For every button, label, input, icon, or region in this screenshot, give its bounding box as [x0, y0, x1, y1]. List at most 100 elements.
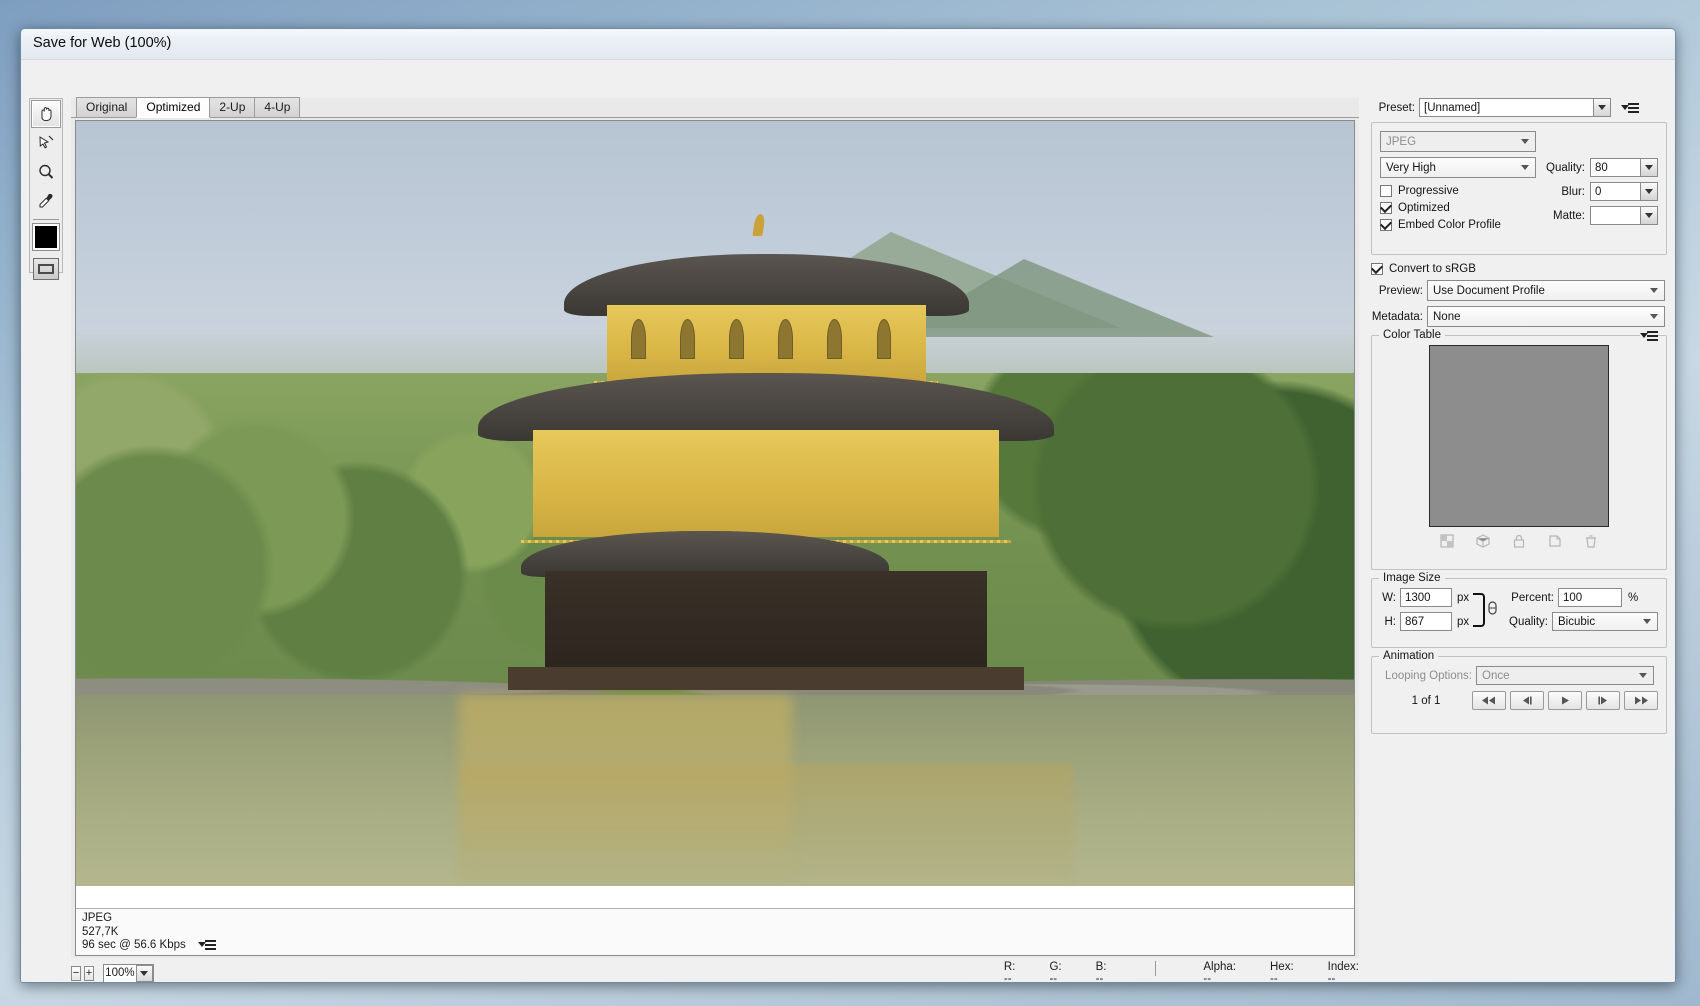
constrain-proportions-bracket — [1473, 592, 1485, 627]
quality-preset-select[interactable]: Very High — [1380, 157, 1536, 178]
height-input[interactable]: 867 — [1400, 612, 1452, 631]
preset-combo[interactable]: [Unnamed] — [1419, 98, 1611, 117]
preview-profile-label: Preview: — [1378, 284, 1423, 297]
readout-hex: Hex: -- — [1270, 961, 1294, 983]
next-frame-button[interactable] — [1586, 691, 1620, 710]
matte-dropdown-button[interactable] — [1640, 207, 1657, 224]
blur-value[interactable]: 0 — [1591, 183, 1640, 200]
percent-label: Percent: — [1511, 591, 1554, 604]
looping-options-value: Once — [1482, 669, 1510, 682]
lock-icon[interactable] — [1511, 533, 1527, 549]
preset-value: [Unnamed] — [1424, 101, 1481, 114]
blur-combo[interactable]: 0 — [1590, 182, 1658, 201]
first-frame-button[interactable] — [1472, 691, 1506, 710]
play-button[interactable] — [1548, 691, 1582, 710]
hand-tool[interactable] — [31, 100, 61, 128]
web-shift-icon[interactable] — [1475, 533, 1491, 549]
slices-icon — [38, 264, 54, 274]
optimized-checkbox[interactable] — [1380, 202, 1392, 214]
link-icon[interactable] — [1487, 600, 1498, 619]
tool-strip — [29, 98, 63, 280]
quality-value[interactable]: 80 — [1591, 159, 1640, 176]
foreground-color-swatch[interactable] — [32, 223, 60, 251]
chevron-down-icon — [1643, 619, 1651, 624]
veranda — [508, 667, 1024, 690]
zoom-tool[interactable] — [31, 158, 61, 186]
embed-color-profile-label: Embed Color Profile — [1398, 219, 1501, 231]
preset-dropdown-button[interactable] — [1593, 99, 1610, 116]
metadata-select[interactable]: None — [1427, 306, 1665, 327]
blur-label: Blur: — [1561, 185, 1585, 198]
eyedropper-tool[interactable] — [31, 187, 61, 215]
convert-to-srgb-checkbox[interactable] — [1371, 263, 1383, 275]
new-color-icon[interactable] — [1547, 533, 1563, 549]
color-table-toolbar — [1380, 533, 1658, 549]
zoom-level-combo[interactable]: 100% — [102, 963, 154, 982]
animation-title: Animation — [1379, 650, 1439, 662]
optimized-row[interactable]: Optimized — [1380, 202, 1536, 214]
color-table-swatch[interactable] — [1429, 345, 1609, 527]
looping-options-label: Looping Options: — [1385, 669, 1472, 682]
zoom-out-button[interactable]: − — [71, 965, 81, 981]
preview-pane: Original Optimized 2-Up 4-Up JPEG 527,7K… — [71, 97, 1359, 958]
resample-quality-value: Bicubic — [1558, 615, 1596, 628]
status-download-time: 96 sec @ 56.6 Kbps — [82, 939, 186, 951]
tab-4up[interactable]: 4-Up — [254, 97, 301, 117]
zoom-level-value: 100% — [105, 967, 135, 979]
quality-dropdown-button[interactable] — [1640, 159, 1657, 176]
color-table-title: Color Table — [1379, 329, 1445, 341]
last-frame-button[interactable] — [1624, 691, 1658, 710]
animation-group: Animation Looping Options: Once 1 of 1 — [1371, 650, 1667, 734]
slice-select-icon — [39, 135, 54, 149]
zoom-and-readout-bar: − + 100% R: -- G: -- B: -- Alpha: -- Hex… — [71, 960, 1359, 983]
height-label: H: — [1384, 615, 1397, 628]
file-format-select[interactable]: JPEG — [1380, 131, 1536, 152]
height-row: H: 867 px — [1380, 612, 1469, 631]
delete-color-icon[interactable] — [1583, 533, 1599, 549]
preview-profile-select[interactable]: Use Document Profile — [1427, 280, 1665, 301]
quality-row: Quality: 80 — [1536, 158, 1658, 177]
tab-optimized[interactable]: Optimized — [136, 97, 211, 118]
optimized-image-preview[interactable] — [76, 121, 1354, 886]
download-speed-menu-icon[interactable] — [197, 940, 216, 950]
convert-srgb-row[interactable]: Convert to sRGB — [1371, 263, 1667, 275]
last-frame-icon — [1635, 696, 1648, 705]
tab-original[interactable]: Original — [76, 97, 138, 117]
transparency-icon[interactable] — [1439, 533, 1455, 549]
preset-menu-icon[interactable] — [1621, 102, 1639, 113]
matte-value[interactable] — [1591, 207, 1640, 224]
status-format: JPEG — [82, 912, 113, 924]
embed-profile-row[interactable]: Embed Color Profile — [1380, 219, 1536, 231]
slice-select-tool[interactable] — [31, 129, 61, 157]
kinkakuji-pavilion — [459, 198, 1072, 764]
save-for-web-dialog: Save for Web (100%) Original Optimized 2… — [20, 28, 1676, 983]
previous-frame-button[interactable] — [1510, 691, 1544, 710]
matte-combo[interactable] — [1590, 206, 1658, 225]
magnifier-icon — [39, 164, 54, 179]
progressive-checkbox[interactable] — [1380, 185, 1392, 197]
preset-row: Preset: [Unnamed] — [1371, 98, 1667, 117]
looping-options-select: Once — [1476, 666, 1654, 685]
percent-input[interactable]: 100 — [1558, 588, 1622, 607]
quality-combo[interactable]: 80 — [1590, 158, 1658, 177]
settings-panel: Preset: [Unnamed] JPEG Very High Progres… — [1371, 98, 1667, 932]
chevron-down-icon — [1650, 314, 1658, 319]
tab-2up[interactable]: 2-Up — [209, 97, 256, 117]
percent-row: Percent: 100 % — [1502, 588, 1658, 607]
width-input[interactable]: 1300 — [1400, 588, 1452, 607]
zoom-level-dropdown-button[interactable] — [135, 964, 153, 982]
toggle-slices-button[interactable] — [33, 258, 59, 280]
blur-dropdown-button[interactable] — [1640, 183, 1657, 200]
embed-color-profile-checkbox[interactable] — [1380, 219, 1392, 231]
progressive-row[interactable]: Progressive — [1380, 185, 1536, 197]
progressive-label: Progressive — [1398, 185, 1459, 197]
looping-options-row: Looping Options: Once — [1380, 666, 1658, 685]
color-table-menu-icon[interactable] — [1640, 331, 1658, 341]
window-2 — [680, 319, 695, 359]
resample-quality-select[interactable]: Bicubic — [1552, 612, 1658, 631]
window-6 — [876, 319, 892, 359]
width-unit: px — [1457, 591, 1470, 604]
next-frame-icon — [1598, 696, 1607, 705]
zoom-in-button[interactable]: + — [83, 965, 94, 981]
chevron-down-icon — [1639, 673, 1647, 678]
